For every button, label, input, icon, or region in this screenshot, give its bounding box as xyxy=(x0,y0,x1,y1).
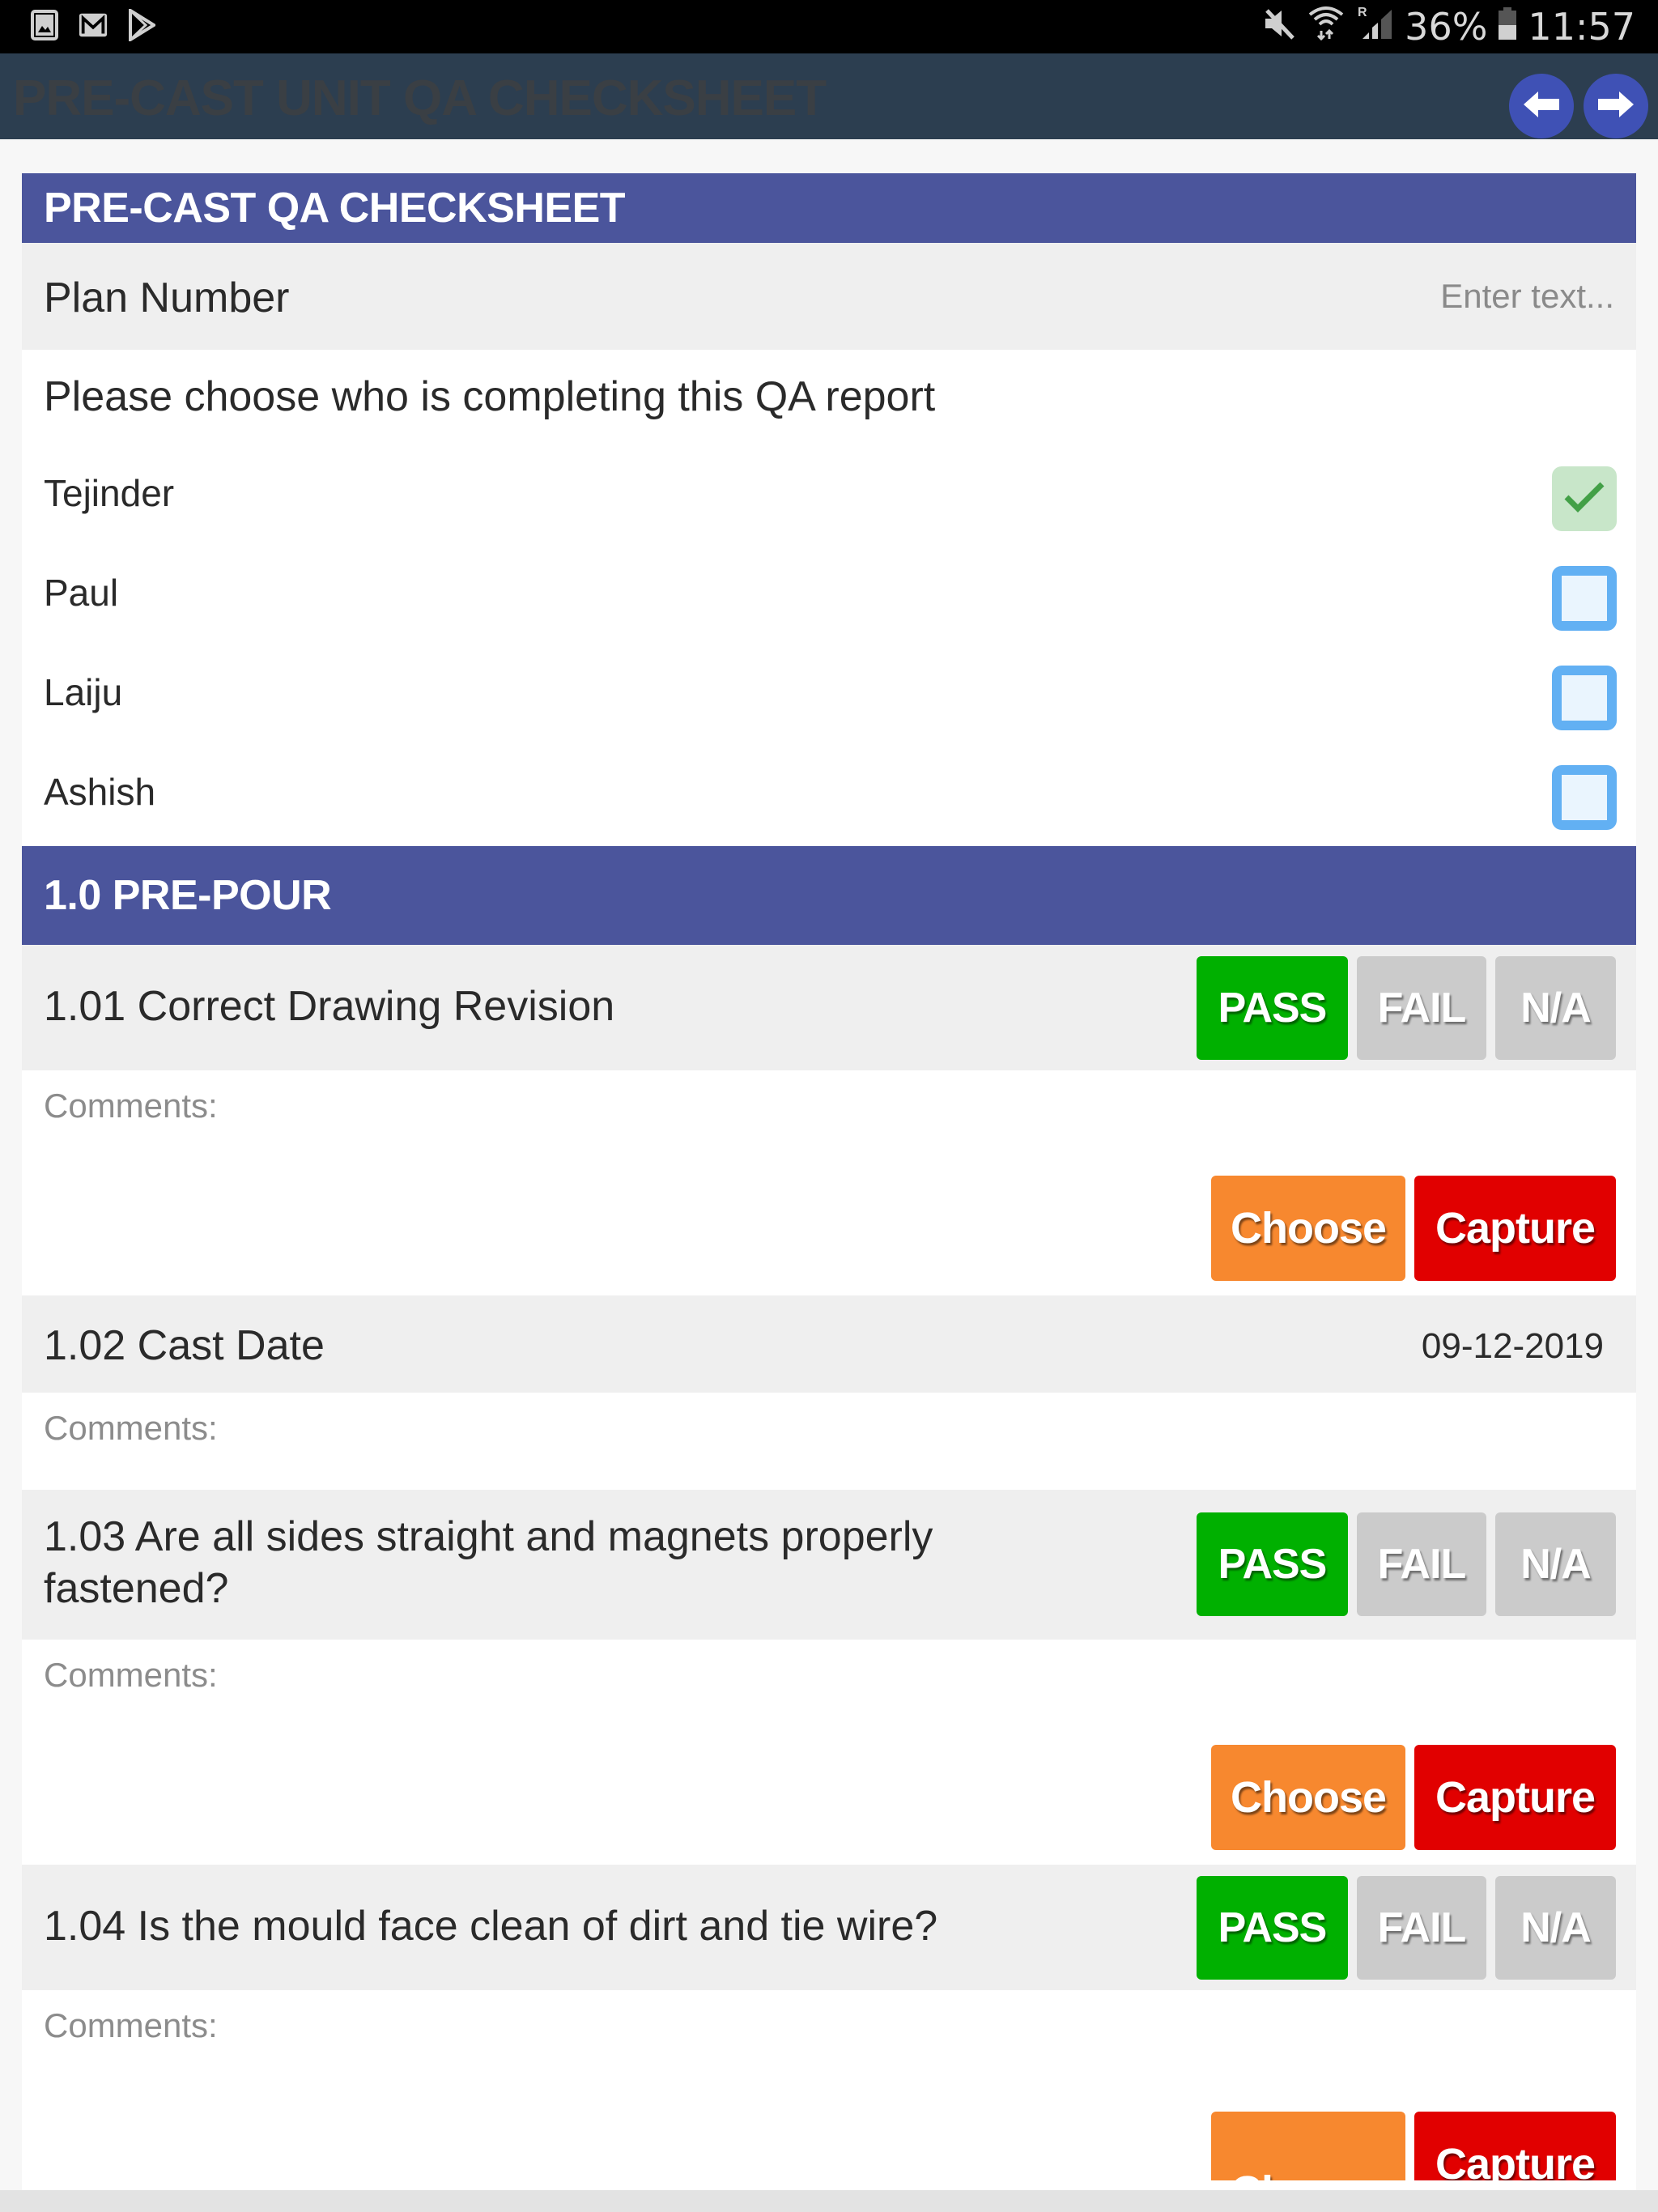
fail-button[interactable]: FAIL xyxy=(1357,1512,1486,1616)
back-button[interactable] xyxy=(1509,74,1574,138)
pass-button[interactable]: PASS xyxy=(1197,956,1348,1060)
plan-number-row[interactable]: Plan Number Enter text... xyxy=(22,243,1636,350)
checkmark-icon xyxy=(1563,481,1605,517)
completer-option-label: Paul xyxy=(44,572,119,614)
na-button[interactable]: N/A xyxy=(1495,1512,1616,1616)
choose-photo-button[interactable]: Choose xyxy=(1211,2112,1405,2180)
status-bar: R 36% 11:57 xyxy=(0,0,1658,53)
comments-label: Comments: xyxy=(44,2006,218,2044)
item-label: 1.04 Is the mould face clean of dirt and… xyxy=(44,1903,938,1950)
result-toggle: PASS FAIL N/A xyxy=(1197,1512,1616,1616)
item-label: 1.03 Are all sides straight and magnets … xyxy=(44,1513,933,1612)
clock: 11:57 xyxy=(1528,4,1635,49)
section-header: 1.0 PRE-POUR xyxy=(22,846,1636,945)
na-button[interactable]: N/A xyxy=(1495,1876,1616,1980)
photo-actions: Choose Capture xyxy=(1211,1745,1616,1850)
completer-checkbox-ashish[interactable] xyxy=(1552,765,1617,830)
form-header: PRE-CAST QA CHECKSHEET xyxy=(22,173,1636,243)
capture-photo-button[interactable]: Capture xyxy=(1414,1745,1616,1850)
comments-area[interactable]: Comments: Choose Capture xyxy=(22,1070,1636,1295)
completer-checkbox-laiju[interactable] xyxy=(1552,666,1617,730)
comments-area[interactable]: Comments: xyxy=(22,1393,1636,1490)
checklist-item-1-01: 1.01 Correct Drawing Revision PASS FAIL … xyxy=(22,945,1636,1070)
svg-text:R: R xyxy=(1358,6,1367,19)
cast-date-value[interactable]: 09-12-2019 xyxy=(1422,1326,1604,1367)
signal-roaming-icon: R xyxy=(1356,3,1393,49)
checklist-item-1-02: 1.02 Cast Date 09-12-2019 xyxy=(22,1295,1636,1393)
plan-number-input[interactable]: Enter text... xyxy=(1440,277,1614,316)
gallery-icon xyxy=(29,8,60,42)
completer-question: Please choose who is completing this QA … xyxy=(44,373,936,420)
photo-actions: Choose Capture xyxy=(1211,1176,1616,1281)
pass-button[interactable]: PASS xyxy=(1197,1876,1348,1980)
item-label: 1.01 Correct Drawing Revision xyxy=(44,983,615,1030)
capture-photo-button[interactable]: Capture xyxy=(1414,2112,1616,2180)
plan-number-label: Plan Number xyxy=(44,274,290,321)
checksheet-form: PRE-CAST QA CHECKSHEET Plan Number Enter… xyxy=(22,173,1636,2190)
na-button[interactable]: N/A xyxy=(1495,956,1616,1060)
result-toggle: PASS FAIL N/A xyxy=(1197,1876,1616,1980)
completer-group: Please choose who is completing this QA … xyxy=(22,350,1636,846)
completer-checkbox-paul[interactable] xyxy=(1552,566,1617,631)
play-store-icon xyxy=(126,8,157,42)
comments-area[interactable]: Comments: Choose Capture xyxy=(22,1990,1636,2190)
forward-button[interactable] xyxy=(1584,74,1648,138)
mute-icon xyxy=(1262,5,1296,49)
comments-label: Comments: xyxy=(44,1656,218,1694)
result-toggle: PASS FAIL N/A xyxy=(1197,956,1616,1060)
pass-button[interactable]: PASS xyxy=(1197,1512,1348,1616)
arrow-right-icon xyxy=(1596,88,1635,125)
comments-area[interactable]: Comments: Choose Capture xyxy=(22,1640,1636,1865)
comments-label: Comments: xyxy=(44,1409,218,1447)
app-title: PRE-CAST UNIT QA CHECKSHEET xyxy=(13,70,827,126)
battery-percent: 36% xyxy=(1405,4,1488,49)
completer-checkbox-tejinder[interactable] xyxy=(1552,466,1617,531)
wifi-icon xyxy=(1307,3,1345,49)
checklist-item-1-04: 1.04 Is the mould face clean of dirt and… xyxy=(22,1865,1636,1990)
choose-photo-button[interactable]: Choose xyxy=(1211,1176,1405,1281)
item-label: 1.02 Cast Date xyxy=(44,1322,325,1369)
gmail-icon xyxy=(78,8,108,42)
checklist-item-1-03: 1.03 Are all sides straight and magnets … xyxy=(22,1490,1636,1640)
comments-label: Comments: xyxy=(44,1087,218,1125)
completer-option-label: Laiju xyxy=(44,671,123,713)
arrow-left-icon xyxy=(1522,88,1561,125)
choose-photo-button[interactable]: Choose xyxy=(1211,1745,1405,1850)
completer-option-label: Tejinder xyxy=(44,472,175,514)
app-bar: PRE-CAST UNIT QA CHECKSHEET xyxy=(0,53,1658,139)
fail-button[interactable]: FAIL xyxy=(1357,956,1486,1060)
completer-option-label: Ashish xyxy=(44,771,156,813)
battery-icon xyxy=(1499,5,1517,49)
fail-button[interactable]: FAIL xyxy=(1357,1876,1486,1980)
capture-photo-button[interactable]: Capture xyxy=(1414,1176,1616,1281)
photo-actions: Choose Capture xyxy=(1211,2112,1616,2180)
bottom-edge xyxy=(0,2190,1658,2212)
